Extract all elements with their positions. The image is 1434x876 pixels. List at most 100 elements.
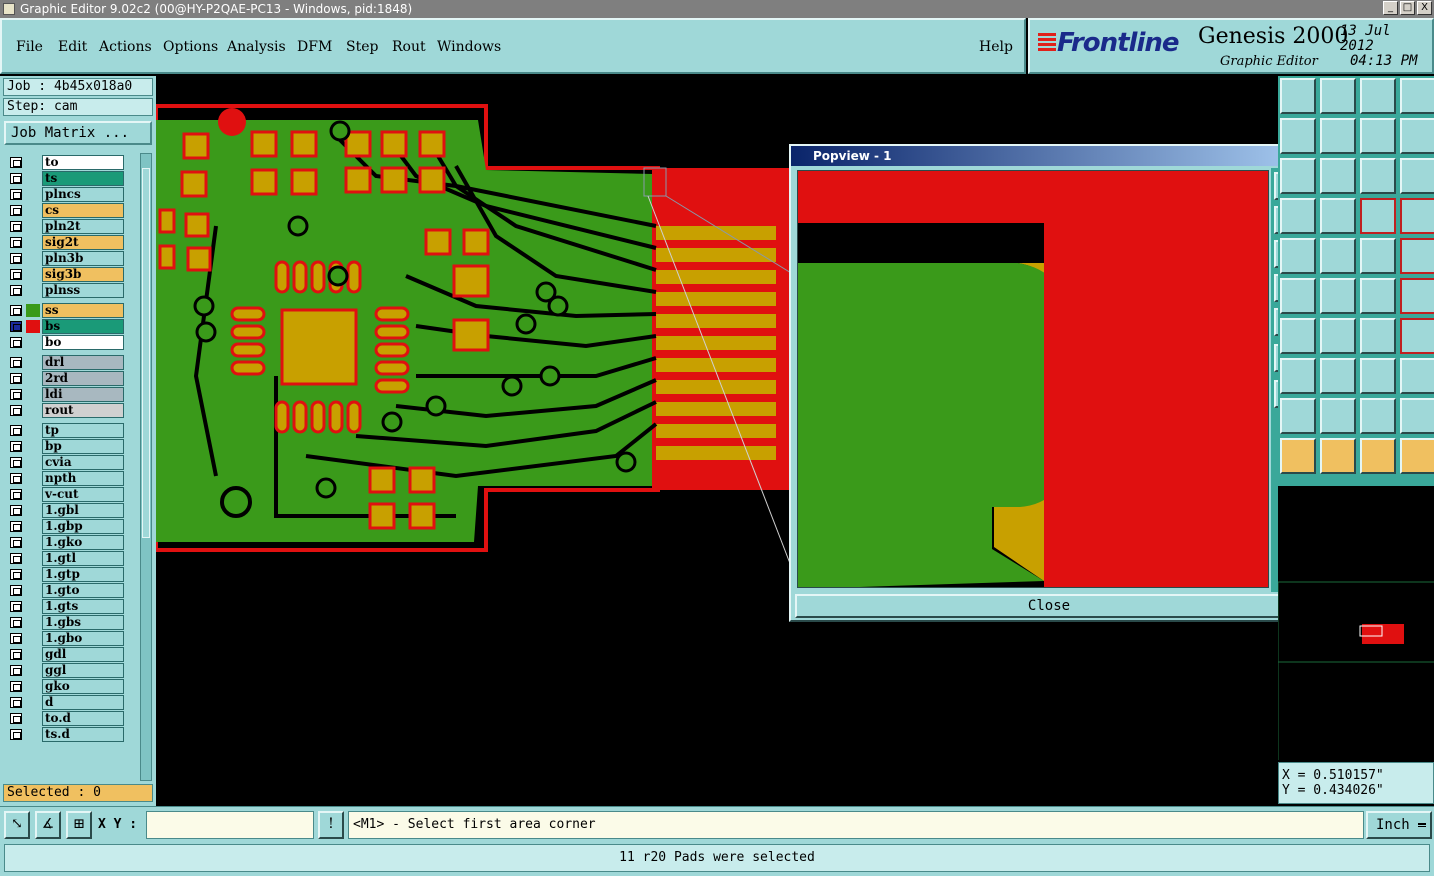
layer-name[interactable]: 1.gtp bbox=[42, 567, 124, 582]
layer-row[interactable]: 1.gto bbox=[6, 583, 126, 598]
layer-row[interactable]: bp bbox=[6, 439, 126, 454]
layer-checkbox[interactable] bbox=[10, 337, 22, 348]
menu-actions[interactable]: Actions bbox=[99, 39, 152, 55]
layer-checkbox[interactable] bbox=[10, 729, 22, 740]
layer-name[interactable]: plnss bbox=[42, 283, 124, 298]
label-icon[interactable] bbox=[1360, 398, 1396, 434]
arc-icon[interactable] bbox=[1360, 318, 1396, 354]
draw-icon[interactable] bbox=[1320, 238, 1356, 274]
layer-name[interactable]: 1.gbp bbox=[42, 519, 124, 534]
menu-windows[interactable]: Windows bbox=[437, 39, 501, 55]
line-alt-icon[interactable] bbox=[1320, 318, 1356, 354]
layer-row[interactable]: to.d bbox=[6, 711, 126, 726]
popview-canvas[interactable] bbox=[797, 170, 1269, 588]
layer-row[interactable]: npth bbox=[6, 471, 126, 486]
layer-name[interactable]: bs bbox=[42, 319, 124, 334]
layer-checkbox[interactable] bbox=[10, 157, 22, 168]
layer-list-scrollbar[interactable] bbox=[140, 153, 152, 781]
menu-help[interactable]: Help bbox=[979, 39, 1013, 55]
menu-edit[interactable]: Edit bbox=[58, 39, 87, 55]
layer-checkbox[interactable] bbox=[10, 189, 22, 200]
layer-row[interactable]: gdl bbox=[6, 647, 126, 662]
text-icon[interactable] bbox=[1280, 398, 1316, 434]
layer-checkbox[interactable] bbox=[10, 389, 22, 400]
net-alt-icon[interactable] bbox=[1400, 198, 1434, 234]
pan-all-icon[interactable] bbox=[1320, 158, 1356, 194]
layer-row[interactable]: 1.gbs bbox=[6, 615, 126, 630]
layer-up-icon[interactable] bbox=[1280, 78, 1316, 114]
grid-alt-icon[interactable] bbox=[1320, 198, 1356, 234]
layer-checkbox[interactable] bbox=[10, 697, 22, 708]
text-alt-icon[interactable] bbox=[1320, 398, 1356, 434]
layer-name[interactable]: 2rd bbox=[42, 371, 124, 386]
layer-row[interactable]: bs bbox=[6, 319, 126, 334]
scale-icon[interactable] bbox=[1360, 158, 1396, 194]
layer-name[interactable]: gdl bbox=[42, 647, 124, 662]
layer-name[interactable]: 1.gbs bbox=[42, 615, 124, 630]
mirror-icon[interactable] bbox=[1360, 118, 1396, 154]
popview-zoomed-view[interactable] bbox=[798, 171, 1269, 588]
measure-icon[interactable] bbox=[1280, 358, 1316, 394]
scrollbar-thumb[interactable] bbox=[142, 168, 150, 538]
connect-icon[interactable] bbox=[1360, 278, 1396, 314]
layer-row[interactable]: 1.gbo bbox=[6, 631, 126, 646]
layer-name[interactable]: rout bbox=[42, 403, 124, 418]
snap-icon[interactable] bbox=[1280, 238, 1316, 274]
layer-row[interactable]: drl bbox=[6, 355, 126, 370]
menu-analysis[interactable]: Analysis bbox=[227, 39, 286, 55]
layer-checkbox[interactable] bbox=[10, 425, 22, 436]
layer-row[interactable]: bo bbox=[6, 335, 126, 350]
layer-row[interactable]: tp bbox=[6, 423, 126, 438]
layer-row[interactable]: rout bbox=[6, 403, 126, 418]
shift-icon[interactable] bbox=[1400, 118, 1434, 154]
units-select[interactable]: Inch bbox=[1366, 811, 1432, 839]
layer-down-icon[interactable] bbox=[1320, 78, 1356, 114]
help-icon[interactable] bbox=[1400, 158, 1434, 194]
select-alt-icon[interactable] bbox=[1320, 438, 1356, 474]
layer-checkbox[interactable] bbox=[10, 537, 22, 548]
menu-dfm[interactable]: DFM bbox=[297, 39, 332, 55]
layer-row[interactable]: cvia bbox=[6, 455, 126, 470]
layer-checkbox[interactable] bbox=[10, 405, 22, 416]
layer-checkbox[interactable] bbox=[10, 633, 22, 644]
ruler-icon[interactable] bbox=[1360, 238, 1396, 274]
layer-checkbox[interactable] bbox=[10, 473, 22, 484]
layer-checkbox[interactable] bbox=[10, 601, 22, 612]
layer-checkbox[interactable] bbox=[10, 173, 22, 184]
layer-checkbox[interactable] bbox=[10, 489, 22, 500]
popview-titlebar[interactable]: Popview - 1 ✕ bbox=[791, 146, 1307, 166]
maximize-button[interactable]: □ bbox=[1400, 1, 1415, 15]
layer-checkbox[interactable] bbox=[10, 713, 22, 724]
layer-checkbox[interactable] bbox=[10, 681, 22, 692]
layer-row[interactable]: 1.gtp bbox=[6, 567, 126, 582]
layer-name[interactable]: bp bbox=[42, 439, 124, 454]
window-titlebar[interactable]: Graphic Editor 9.02c2 (00@HY-P2QAE-PC13 … bbox=[0, 0, 1434, 18]
layer-row[interactable]: pln2t bbox=[6, 219, 126, 234]
layer-name[interactable]: 1.gto bbox=[42, 583, 124, 598]
measure-alt-icon[interactable] bbox=[1320, 358, 1356, 394]
layer-name[interactable]: 1.gbl bbox=[42, 503, 124, 518]
overview-map[interactable] bbox=[1277, 486, 1434, 760]
layer-row[interactable]: gko bbox=[6, 679, 126, 694]
layer-checkbox[interactable] bbox=[10, 269, 22, 280]
layer-checkbox[interactable] bbox=[10, 649, 22, 660]
cut-icon[interactable] bbox=[1280, 278, 1316, 314]
layer-checkbox[interactable] bbox=[10, 457, 22, 468]
layer-checkbox[interactable] bbox=[10, 357, 22, 368]
layer-name[interactable]: npth bbox=[42, 471, 124, 486]
layer-row[interactable]: 1.gts bbox=[6, 599, 126, 614]
layer-name[interactable]: bo bbox=[42, 335, 124, 350]
menu-options[interactable]: Options bbox=[163, 39, 218, 55]
label-alt-icon[interactable] bbox=[1400, 398, 1434, 434]
layer-checkbox[interactable] bbox=[10, 373, 22, 384]
layer-name[interactable]: 1.gts bbox=[42, 599, 124, 614]
layer-checkbox[interactable] bbox=[10, 569, 22, 580]
layer-name[interactable]: d bbox=[42, 695, 124, 710]
menu-rout[interactable]: Rout bbox=[392, 39, 426, 55]
pad-icon[interactable] bbox=[1400, 238, 1434, 274]
layer-row[interactable]: cs bbox=[6, 203, 126, 218]
layer-name[interactable]: ldi bbox=[42, 387, 124, 402]
layer-name[interactable]: ss bbox=[42, 303, 124, 318]
grid-icon[interactable] bbox=[1280, 198, 1316, 234]
xy-input[interactable] bbox=[146, 811, 314, 839]
